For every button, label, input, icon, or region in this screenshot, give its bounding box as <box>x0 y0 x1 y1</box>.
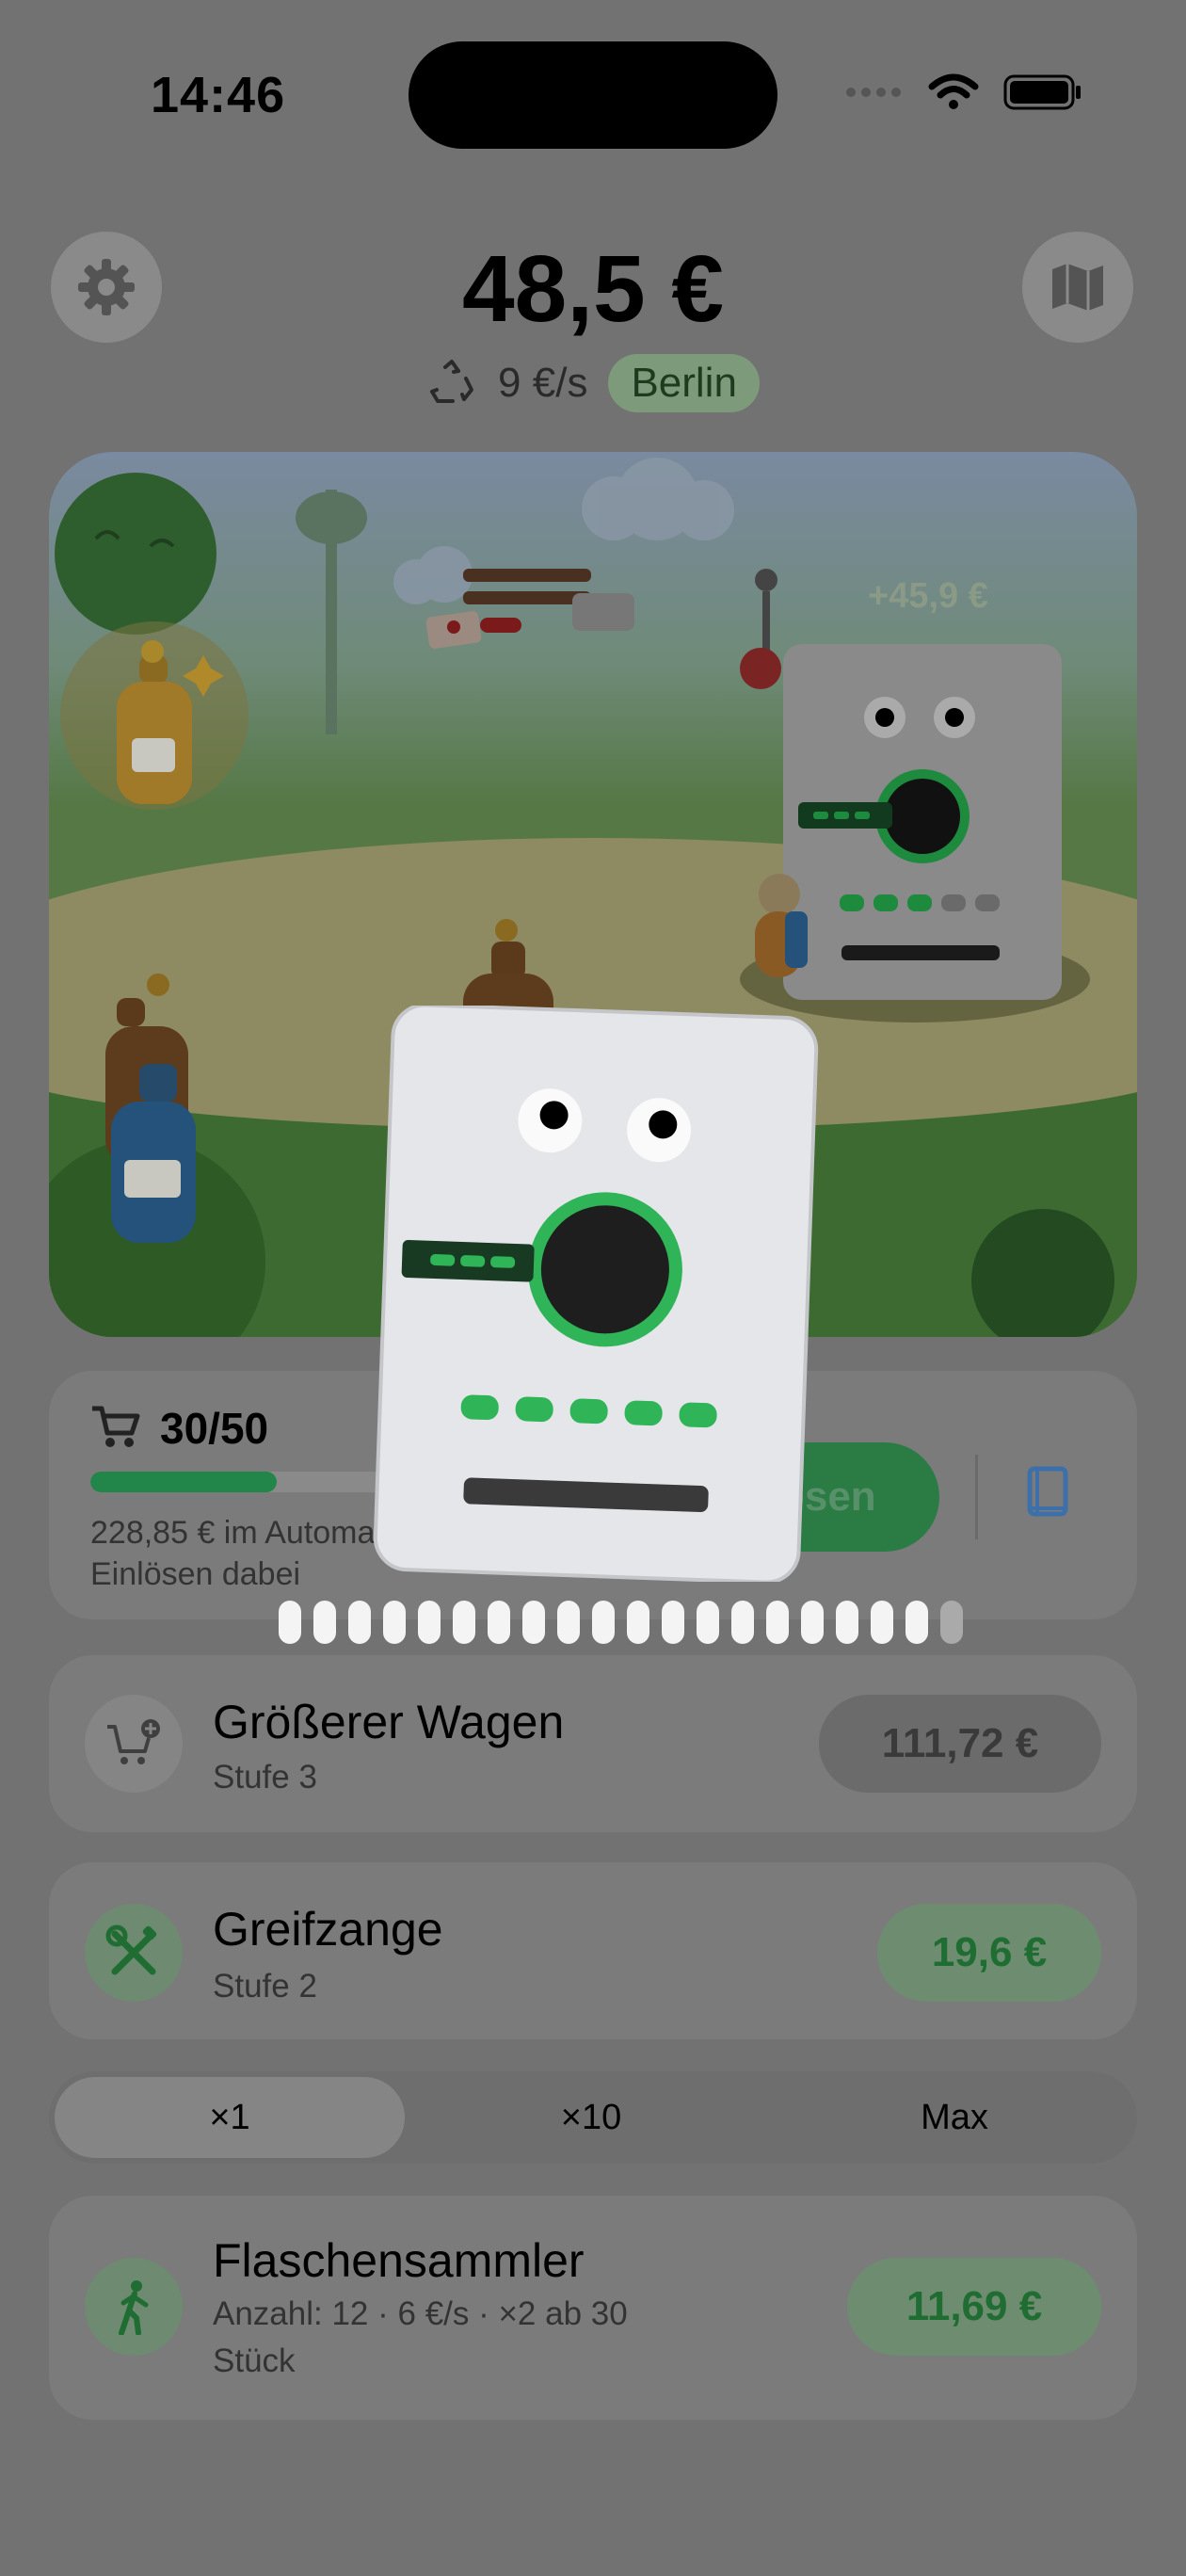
collector-title: Flaschensammler <box>213 2234 585 2287</box>
machine-fill-indicator <box>279 1601 963 1644</box>
fill-tick <box>418 1601 441 1644</box>
card-divider <box>975 1455 978 1539</box>
fill-tick <box>766 1601 789 1644</box>
collector-icon <box>85 2258 183 2356</box>
upgrade-price-wagen[interactable]: 111,72 € <box>819 1695 1101 1793</box>
collector-stats-unit: Stück <box>213 2343 296 2379</box>
tools-icon <box>105 1924 157 1975</box>
guide-button[interactable] <box>1024 1465 1071 1524</box>
fill-tick <box>662 1601 684 1644</box>
fill-tick <box>557 1601 580 1644</box>
income-rate: 9 €/s <box>498 360 588 406</box>
cart-icon <box>92 1406 140 1447</box>
upgrade-title-greifzange: Greifzange <box>213 1903 443 1956</box>
book-icon <box>1027 1466 1068 1517</box>
cart-progress-fill <box>90 1472 277 1492</box>
balance-display: 48,5 € <box>461 236 725 342</box>
upgrade-icon-greifzange <box>85 1904 183 2002</box>
fill-tick <box>522 1601 545 1644</box>
collector-price[interactable]: 11,69 € <box>847 2258 1101 2356</box>
fill-tick <box>348 1601 371 1644</box>
fill-tick <box>453 1601 475 1644</box>
multiplier-option-x10[interactable]: ×10 <box>416 2077 766 2158</box>
fill-tick <box>383 1601 406 1644</box>
recycle-icon <box>430 360 474 403</box>
fill-tick <box>279 1601 301 1644</box>
cart-plus-icon <box>107 1719 160 1764</box>
fill-tick <box>731 1601 754 1644</box>
fill-tick <box>940 1601 963 1644</box>
status-icons <box>845 73 1082 111</box>
fill-tick <box>592 1601 615 1644</box>
floating-gain: +45,9 € <box>868 576 988 616</box>
walking-person-icon <box>119 2280 149 2335</box>
city-badge[interactable]: Berlin <box>608 354 760 412</box>
fill-tick <box>801 1601 824 1644</box>
fill-tick <box>906 1601 928 1644</box>
wifi-icon <box>928 73 979 109</box>
fill-tick <box>313 1601 336 1644</box>
signal-icon <box>846 88 901 97</box>
fill-tick <box>871 1601 893 1644</box>
upgrade-price-greifzange[interactable]: 19,6 € <box>877 1904 1101 2002</box>
fill-tick <box>627 1601 649 1644</box>
collector-stats: Anzahl: 12 · 6 €/s · ×2 ab 30 <box>213 2295 628 2332</box>
fill-tick <box>488 1601 510 1644</box>
recycling-machine[interactable] <box>373 1006 819 1582</box>
upgrade-title-wagen: Größerer Wagen <box>213 1696 565 1748</box>
multiplier-option-max[interactable]: Max <box>779 2077 1130 2158</box>
battery-icon <box>1003 74 1081 110</box>
dynamic-island <box>409 41 777 149</box>
cart-progress-bar <box>90 1472 401 1492</box>
fill-tick <box>836 1601 858 1644</box>
upgrade-level-wagen: Stufe 3 <box>213 1759 317 1795</box>
multiplier-option-x1[interactable]: ×1 <box>55 2077 405 2158</box>
status-time: 14:46 <box>151 67 286 123</box>
upgrade-level-greifzange: Stufe 2 <box>213 1968 317 2004</box>
cart-count: 30/50 <box>160 1404 269 1453</box>
income-line: 9 €/s Berlin <box>0 354 1186 412</box>
fill-tick <box>697 1601 719 1644</box>
upgrade-icon-wagen <box>85 1695 183 1793</box>
